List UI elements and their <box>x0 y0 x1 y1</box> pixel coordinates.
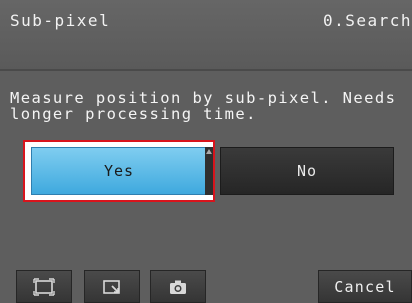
title-bar: Sub-pixel 0.Search <box>0 0 412 70</box>
cancel-button[interactable]: Cancel <box>318 270 412 303</box>
divider <box>0 69 412 71</box>
screen-title: Sub-pixel <box>10 11 111 30</box>
camera-button[interactable] <box>150 270 206 303</box>
frame-button[interactable] <box>16 270 72 303</box>
yes-button[interactable]: Yes <box>31 147 207 195</box>
camera-icon <box>167 278 189 296</box>
zoom-window-button[interactable] <box>84 270 140 303</box>
dialog-message: Measure position by sub-pixel. Needs lon… <box>10 89 397 123</box>
menu-label: 0.Search <box>322 11 412 30</box>
yes-scroll-indicator <box>205 147 213 195</box>
frame-icon <box>33 277 55 296</box>
zoom-window-icon <box>101 278 123 296</box>
no-button[interactable]: No <box>220 147 394 195</box>
